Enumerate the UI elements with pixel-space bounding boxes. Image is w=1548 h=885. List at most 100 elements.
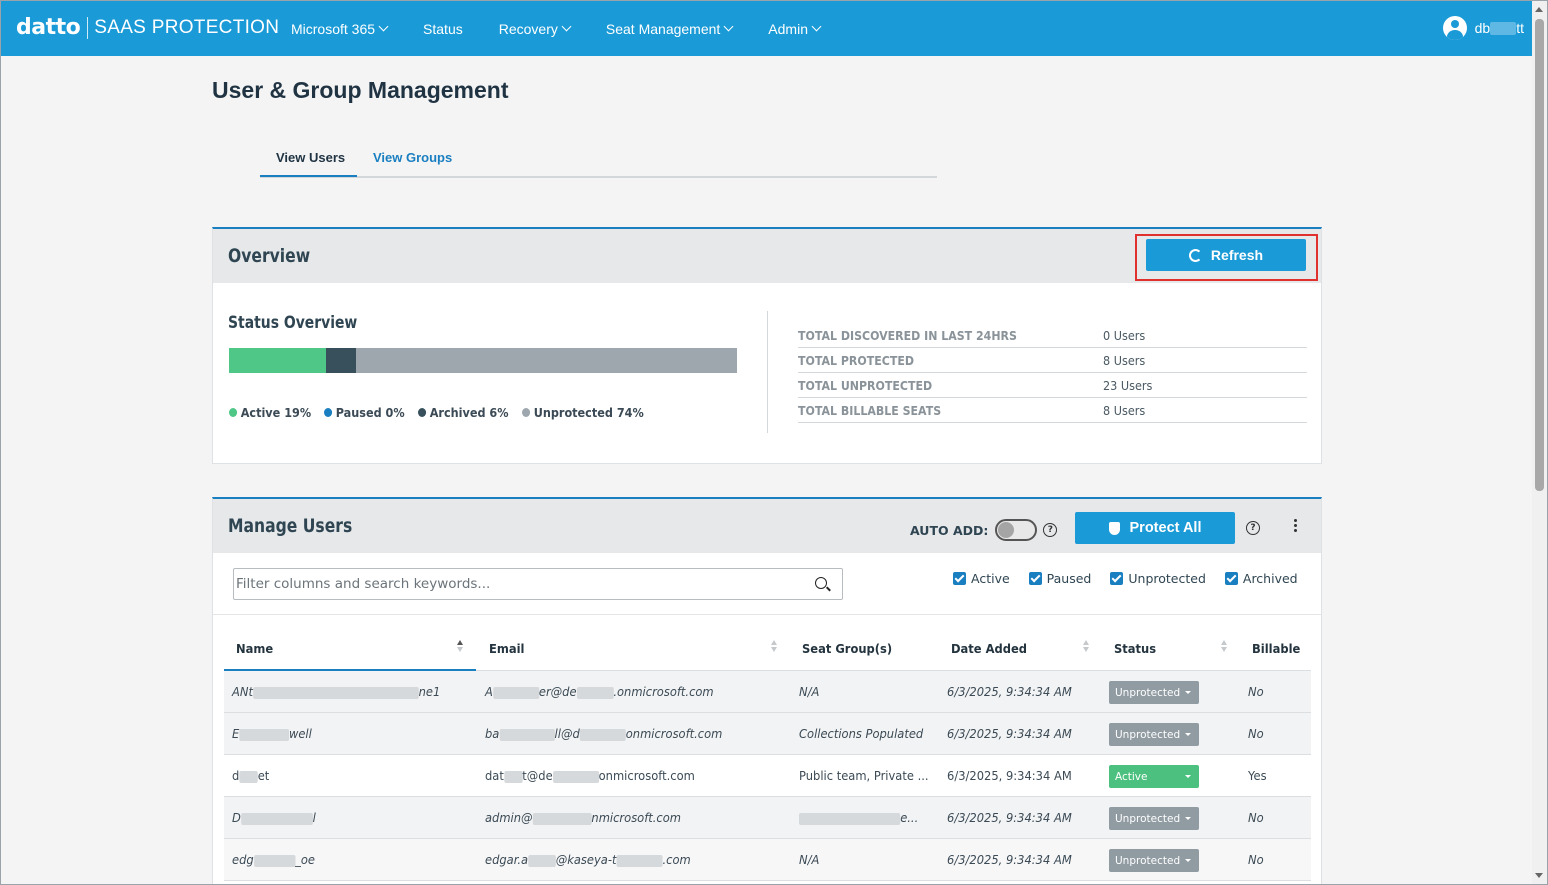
logo-separator bbox=[87, 16, 89, 39]
legend-dot bbox=[522, 408, 531, 417]
view-tabs: View Users View Groups bbox=[260, 140, 937, 178]
checkbox-checked-icon[interactable] bbox=[1110, 572, 1124, 585]
billable-value: No bbox=[1248, 810, 1264, 825]
seat-group: Collections Populated bbox=[799, 726, 924, 741]
status-dropdown[interactable]: Unprotected bbox=[1109, 723, 1199, 746]
protect-all-button[interactable]: Protect All bbox=[1075, 512, 1235, 544]
status-dropdown[interactable]: Unprotected bbox=[1109, 807, 1199, 830]
nav-seat-management[interactable]: Seat Management bbox=[605, 20, 734, 37]
checkbox-checked-icon[interactable] bbox=[1028, 572, 1042, 585]
stat-row: TOTAL BILLABLE SEATS 8 Users bbox=[798, 398, 1307, 423]
search-icon[interactable] bbox=[815, 577, 827, 589]
overview-title: Overview bbox=[228, 245, 311, 267]
status-dropdown[interactable]: Active bbox=[1109, 765, 1199, 788]
filter-active[interactable]: Active bbox=[953, 571, 1010, 586]
sort-icon[interactable] bbox=[1083, 640, 1089, 652]
help-icon[interactable]: ? bbox=[1043, 523, 1058, 537]
sort-icon[interactable] bbox=[1221, 640, 1227, 652]
legend-label: Paused 0% bbox=[335, 405, 405, 420]
nav-status[interactable]: Status bbox=[423, 21, 463, 37]
column-header-status[interactable]: Status bbox=[1114, 641, 1156, 656]
status-legend: Active 19% Paused 0% Archived 6% Unprote… bbox=[229, 405, 662, 420]
filter-paused[interactable]: Paused bbox=[1028, 571, 1092, 586]
legend-dot bbox=[417, 408, 426, 417]
filter-label: Archived bbox=[1242, 571, 1298, 586]
filter-label: Active bbox=[971, 571, 1010, 586]
column-header-date-added[interactable]: Date Added bbox=[951, 641, 1027, 656]
caret-down-icon bbox=[1185, 817, 1191, 820]
toggle-knob bbox=[998, 522, 1015, 538]
billable-value: Yes bbox=[1248, 768, 1267, 783]
filter-bar: Active Paused Unprotected Archived bbox=[213, 553, 1321, 615]
user-menu[interactable]: db tt bbox=[1442, 16, 1524, 40]
shield-icon bbox=[1108, 521, 1120, 535]
tab-view-users[interactable]: View Users bbox=[276, 150, 345, 165]
user-email: dat t@de onmicrosoft.com bbox=[485, 768, 695, 783]
page-scrollbar[interactable] bbox=[1532, 1, 1547, 884]
stat-row: TOTAL PROTECTED 8 Users bbox=[798, 348, 1307, 373]
status-dropdown[interactable]: Unprotected bbox=[1109, 849, 1199, 872]
date-added: 6/3/2025, 9:34:34 AM bbox=[947, 726, 1072, 741]
caret-down-icon bbox=[1185, 691, 1191, 694]
scroll-thumb[interactable] bbox=[1535, 19, 1544, 491]
column-header-email[interactable]: Email bbox=[489, 641, 524, 656]
legend-active: Active 19% bbox=[229, 405, 311, 420]
status-dropdown[interactable]: Unprotected bbox=[1109, 681, 1199, 704]
legend-label: Active 19% bbox=[240, 405, 312, 420]
stat-label: TOTAL PROTECTED bbox=[798, 353, 914, 368]
filter-unprotected[interactable]: Unprotected bbox=[1110, 571, 1206, 586]
seat-group: e... bbox=[799, 810, 918, 825]
sort-icon[interactable] bbox=[457, 640, 463, 652]
chevron-down-icon bbox=[378, 21, 389, 32]
checkbox-checked-icon[interactable] bbox=[1224, 572, 1238, 585]
auto-add-toggle[interactable] bbox=[995, 519, 1038, 541]
billable-value: No bbox=[1248, 852, 1264, 867]
table-header: Name Email Seat Group(s) Date Added Stat… bbox=[224, 625, 1311, 671]
nav-recovery[interactable]: Recovery bbox=[499, 21, 572, 37]
nav-label: Status bbox=[423, 20, 463, 37]
legend-dot bbox=[324, 408, 333, 417]
main-nav: Microsoft 365 Status Recovery Seat Manag… bbox=[291, 1, 856, 56]
logo-brand: datto bbox=[16, 15, 81, 40]
table-row[interactable]: ANt ne1 Aer@de .onmicrosoft.com N/A 6/3/20… bbox=[224, 671, 1311, 713]
status-overview-bar bbox=[229, 348, 737, 373]
more-options-icon[interactable] bbox=[1294, 519, 1297, 532]
user-name: Ewell bbox=[232, 726, 312, 741]
nav-admin[interactable]: Admin bbox=[768, 21, 822, 37]
filter-archived[interactable]: Archived bbox=[1224, 571, 1298, 586]
overview-divider bbox=[767, 311, 768, 433]
table-row[interactable]: Ewell ba ll@d onmicrosoft.com Collections … bbox=[224, 713, 1311, 755]
nav-microsoft-365[interactable]: Microsoft 365 bbox=[291, 21, 389, 37]
status-bar-segment-archived bbox=[325, 348, 356, 373]
column-header-name[interactable]: Name bbox=[236, 641, 273, 656]
user-name: ANt ne1 bbox=[232, 684, 441, 699]
column-header-seat-groups[interactable]: Seat Group(s) bbox=[802, 641, 892, 656]
refresh-button[interactable]: Refresh bbox=[1146, 239, 1306, 271]
page-title: User & Group Management bbox=[212, 77, 509, 103]
caret-down-icon bbox=[1185, 859, 1191, 862]
filter-label: Paused bbox=[1046, 571, 1092, 586]
help-icon[interactable]: ? bbox=[1246, 521, 1260, 535]
scroll-up-icon[interactable] bbox=[1535, 7, 1543, 12]
manage-users-title: Manage Users bbox=[228, 515, 353, 537]
table-row[interactable]: Dl admin@ nmicrosoft.com e... 6/3/2025, 9… bbox=[224, 797, 1311, 839]
overview-panel: Overview Refresh Status Overview Active … bbox=[212, 227, 1322, 464]
table-row[interactable]: d et dat t@de onmicrosoft.com Public team, … bbox=[224, 755, 1311, 797]
stat-label: TOTAL DISCOVERED IN LAST 24HRS bbox=[798, 328, 1017, 343]
billable-value: No bbox=[1248, 726, 1264, 741]
datto-logo[interactable]: datto SAAS PROTECTION bbox=[16, 15, 279, 40]
sort-icon[interactable] bbox=[771, 640, 777, 652]
nav-label: Seat Management bbox=[605, 20, 721, 37]
date-added: 6/3/2025, 9:34:34 AM bbox=[947, 852, 1072, 867]
tab-view-groups[interactable]: View Groups bbox=[373, 150, 452, 165]
search-input[interactable] bbox=[234, 570, 804, 598]
column-header-billable[interactable]: Billable bbox=[1252, 641, 1300, 656]
table-row[interactable]: edg _oe edgar.a @kaseya-t .com N/A 6/3/2025… bbox=[224, 839, 1311, 881]
stat-value: 8 Users bbox=[1103, 403, 1146, 418]
overview-header: Overview Refresh bbox=[213, 229, 1321, 283]
scroll-down-icon[interactable] bbox=[1535, 873, 1543, 878]
status-bar-segment-active bbox=[229, 348, 326, 373]
legend-archived: Archived 6% bbox=[417, 405, 508, 420]
chevron-down-icon bbox=[811, 21, 822, 32]
checkbox-checked-icon[interactable] bbox=[953, 572, 966, 585]
